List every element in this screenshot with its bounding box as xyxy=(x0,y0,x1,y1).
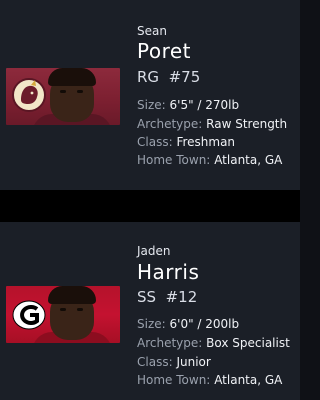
position-number: SS #12 xyxy=(137,288,197,306)
hometown-label: Home Town: xyxy=(137,373,211,387)
player-portrait xyxy=(6,286,120,343)
size-value: 6'0" / 200lb xyxy=(169,317,240,331)
first-name: Jaden xyxy=(137,244,171,258)
last-name: Harris xyxy=(137,260,200,284)
size-label: Size: xyxy=(137,317,166,331)
card-divider xyxy=(0,190,300,222)
player-hair xyxy=(48,286,96,304)
class-value: Freshman xyxy=(176,135,236,149)
size-row: Size: 6'5" / 270lb xyxy=(137,98,239,112)
position: RG xyxy=(137,68,160,86)
jersey-number: #75 xyxy=(168,68,201,86)
hometown-value: Atlanta, GA xyxy=(214,373,283,387)
size-label: Size: xyxy=(137,98,166,112)
archetype-label: Archetype: xyxy=(137,117,203,131)
size-row: Size: 6'0" / 200lb xyxy=(137,317,239,331)
size-value: 6'5" / 270lb xyxy=(169,98,240,112)
hometown-row: Home Town: Atlanta, GA xyxy=(137,153,282,167)
class-label: Class: xyxy=(137,135,173,149)
archetype-row: Archetype: Box Specialist xyxy=(137,336,290,350)
archetype-row: Archetype: Raw Strength xyxy=(137,117,287,131)
eye xyxy=(77,90,83,93)
player-card[interactable]: Sean Poret RG #75 Size: 6'5" / 270lb Arc… xyxy=(0,0,300,190)
g-logo-icon xyxy=(12,300,46,330)
class-label: Class: xyxy=(137,355,173,369)
class-row: Class: Freshman xyxy=(137,135,235,149)
eye xyxy=(60,90,66,93)
eye xyxy=(60,308,66,311)
position-number: RG #75 xyxy=(137,68,200,86)
class-value: Junior xyxy=(176,355,211,369)
last-name: Poret xyxy=(137,39,192,63)
player-card[interactable]: Jaden Harris SS #12 Size: 6'0" / 200lb A… xyxy=(0,222,300,400)
player-portrait xyxy=(6,68,120,125)
first-name: Sean xyxy=(137,24,167,38)
archetype-value: Box Specialist xyxy=(206,336,290,350)
hometown-label: Home Town: xyxy=(137,153,211,167)
position: SS xyxy=(137,288,157,306)
eye xyxy=(77,308,83,311)
class-row: Class: Junior xyxy=(137,355,211,369)
archetype-value: Raw Strength xyxy=(206,117,288,131)
archetype-label: Archetype: xyxy=(137,336,203,350)
jersey-number: #12 xyxy=(165,288,198,306)
hometown-value: Atlanta, GA xyxy=(214,153,283,167)
hometown-row: Home Town: Atlanta, GA xyxy=(137,373,282,387)
player-hair xyxy=(48,68,96,86)
seminole-head-logo-icon xyxy=(12,78,46,112)
